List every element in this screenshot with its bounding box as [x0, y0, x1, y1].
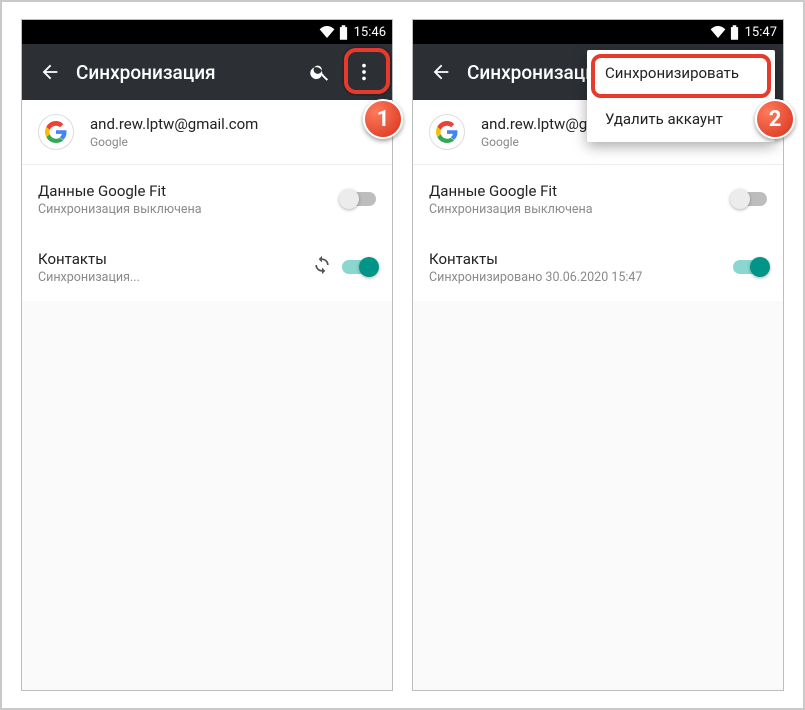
status-bar: 15:47	[413, 20, 783, 44]
account-email: and.rew.lptw@gmail.com	[90, 115, 258, 133]
phone-screenshot-left: 15:46 Синхронизация and.rew.lptw@gmail.c…	[21, 19, 393, 691]
status-bar: 15:46	[22, 20, 392, 44]
sync-item-title: Контакты	[38, 250, 312, 268]
account-row[interactable]: and.rew.lptw@gmail.com Google	[22, 100, 392, 165]
app-bar: Синхронизация	[22, 44, 392, 100]
sync-item-subtitle: Синхронизация...	[38, 270, 312, 285]
overflow-button[interactable]	[342, 50, 386, 94]
account-provider: Google	[90, 135, 258, 149]
back-button[interactable]	[28, 50, 72, 94]
battery-icon	[339, 25, 348, 40]
sync-list: Данные Google Fit Синхронизация выключен…	[22, 165, 392, 301]
page-title: Синхронизация	[76, 61, 298, 84]
google-logo-icon	[38, 114, 74, 150]
search-button[interactable]	[298, 50, 342, 94]
list-item[interactable]: Данные Google Fit Синхронизация выключен…	[413, 165, 783, 233]
wifi-icon	[710, 26, 726, 38]
overflow-menu: Синхронизировать Удалить аккаунт	[587, 50, 775, 142]
menu-item-sync-now[interactable]: Синхронизировать	[587, 50, 775, 96]
sync-item-subtitle: Синхронизация выключена	[38, 202, 342, 217]
list-item[interactable]: Контакты Синхронизировано 30.06.2020 15:…	[413, 233, 783, 301]
sync-item-title: Контакты	[429, 250, 733, 268]
switch-toggle[interactable]	[733, 260, 767, 274]
switch-toggle[interactable]	[342, 260, 376, 274]
sync-list: Данные Google Fit Синхронизация выключен…	[413, 165, 783, 301]
list-item[interactable]: Данные Google Fit Синхронизация выключен…	[22, 165, 392, 233]
list-item[interactable]: Контакты Синхронизация...	[22, 233, 392, 301]
sync-item-subtitle: Синхронизировано 30.06.2020 15:47	[429, 270, 733, 285]
sync-item-title: Данные Google Fit	[38, 182, 342, 200]
switch-toggle[interactable]	[733, 192, 767, 206]
sync-spinner-icon	[312, 255, 332, 279]
google-logo-icon	[429, 114, 465, 150]
battery-icon	[730, 25, 739, 40]
back-button[interactable]	[419, 50, 463, 94]
phone-screenshot-right: 15:47 Синхронизация and.rew.lptw@gmail.c…	[412, 19, 784, 691]
sync-item-subtitle: Синхронизация выключена	[429, 202, 733, 217]
switch-toggle[interactable]	[342, 192, 376, 206]
step-badge-2: 2	[755, 99, 795, 139]
menu-item-delete-account[interactable]: Удалить аккаунт	[587, 96, 775, 142]
wifi-icon	[319, 26, 335, 38]
status-time: 15:47	[745, 25, 777, 40]
status-time: 15:46	[354, 25, 386, 40]
sync-item-title: Данные Google Fit	[429, 182, 733, 200]
step-badge-1: 1	[363, 99, 403, 139]
